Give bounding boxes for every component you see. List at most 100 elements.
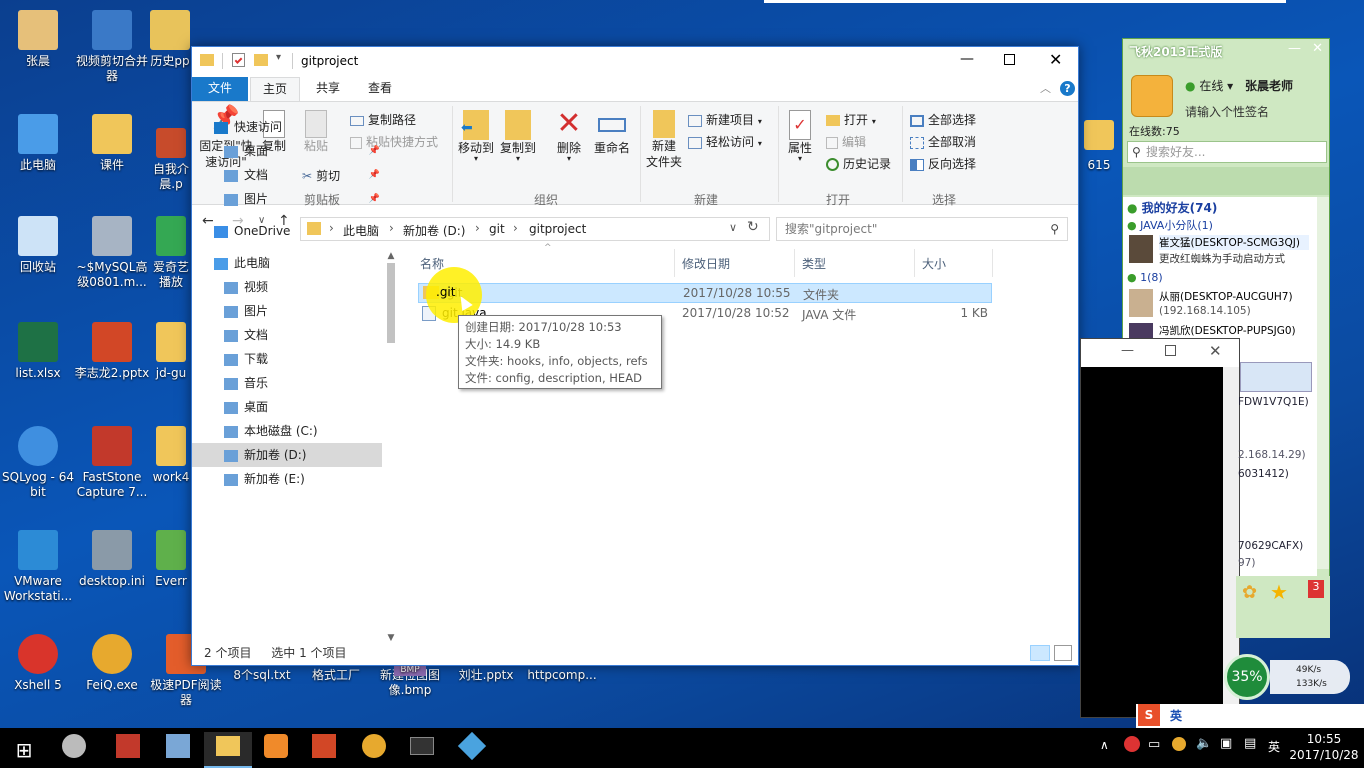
minimize-button[interactable]: —: [960, 51, 974, 67]
performance-meter[interactable]: 35%: [1224, 654, 1270, 700]
minimize-button[interactable]: —: [1288, 41, 1301, 56]
file-explorer-window[interactable]: ▾ gitproject — ✕ 文件 主页 共享 查看 ︿ ? 📌 固定到"快…: [191, 46, 1079, 666]
desktop-icon[interactable]: FeiQ.exe: [74, 634, 150, 693]
column-type[interactable]: 类型: [802, 255, 826, 272]
table-row[interactable]: .git 2017/10/28 10:55 文件夹: [418, 283, 992, 303]
large-icons-view-icon[interactable]: [1054, 645, 1072, 661]
maximize-button[interactable]: [1004, 54, 1015, 65]
sidebar-item[interactable]: 桌面: [192, 395, 382, 419]
desktop-icon[interactable]: BMP新建位图图像.bmp: [372, 664, 448, 698]
signature-input[interactable]: 请输入个性签名: [1185, 103, 1269, 120]
pin-icon[interactable]: 📌: [369, 187, 380, 211]
taskbar-app[interactable]: [398, 732, 446, 768]
group-1[interactable]: ● 1(8): [1127, 271, 1163, 284]
pin-icon[interactable]: 📌: [369, 163, 380, 187]
taskbar-app[interactable]: [350, 732, 398, 768]
address-dropdown-icon[interactable]: ∨: [729, 221, 737, 234]
select-none-button[interactable]: 全部取消: [910, 134, 976, 150]
desktop-icon[interactable]: 李志龙2.pptx: [74, 322, 150, 381]
tab-home[interactable]: 主页: [250, 77, 301, 102]
desktop-icon[interactable]: 课件: [74, 114, 150, 173]
desktop-icon[interactable]: VMware Workstati...: [0, 530, 76, 604]
delete-button[interactable]: ✕ 删除 ▾: [550, 108, 588, 163]
desktop-icon[interactable]: FastStone Capture 7...: [74, 426, 150, 500]
sidebar-item[interactable]: 音乐: [192, 371, 382, 395]
sidebar-item[interactable]: 文档 📌: [192, 163, 382, 187]
group-my-friends[interactable]: ● 我的好友(74): [1127, 199, 1217, 216]
desktop-icon[interactable]: 历史pp: [148, 10, 192, 69]
tray-overflow-icon[interactable]: ∧: [1100, 738, 1109, 752]
sidebar-item[interactable]: 文档: [192, 323, 382, 347]
app-icon[interactable]: ✿: [1242, 582, 1257, 603]
new-item-button[interactable]: 新建项目 ▾: [688, 112, 762, 130]
desktop-icon[interactable]: Xshell 5: [0, 634, 76, 693]
action-center-icon[interactable]: ▤: [1244, 736, 1256, 751]
status-selector[interactable]: ● 在线 ▾: [1185, 77, 1233, 94]
properties-icon[interactable]: [232, 53, 245, 67]
close-button[interactable]: ✕: [1312, 41, 1323, 56]
rename-button[interactable]: 重命名: [592, 110, 632, 156]
tab-file[interactable]: 文件: [192, 77, 248, 101]
history-button[interactable]: 历史记录: [826, 156, 891, 172]
taskbar-app[interactable]: [104, 732, 152, 768]
select-all-button[interactable]: 全部选择: [910, 112, 976, 128]
invert-selection-button[interactable]: 反向选择: [910, 156, 976, 172]
desktop-icon[interactable]: list.xlsx: [0, 322, 76, 381]
tab-view[interactable]: 查看: [356, 77, 404, 101]
sidebar-item[interactable]: 本地磁盘 (C:): [192, 419, 382, 443]
desktop-icon[interactable]: httpcomp...: [524, 668, 600, 683]
taskbar-app[interactable]: [50, 732, 98, 768]
desktop-icon[interactable]: SQLyog - 64 bit: [0, 426, 76, 500]
close-button[interactable]: ✕: [1049, 50, 1062, 69]
sidebar-item[interactable]: 图片: [192, 299, 382, 323]
desktop-icon[interactable]: 615: [1076, 120, 1122, 173]
pin-icon[interactable]: 📌: [369, 139, 380, 163]
feiq-tray-icon[interactable]: [1172, 737, 1186, 751]
sidebar-item[interactable]: 下载: [192, 347, 382, 371]
column-date[interactable]: 修改日期: [682, 255, 730, 272]
group-java[interactable]: ● JAVA小分队(1): [1127, 217, 1213, 233]
desktop-icon[interactable]: 此电脑: [0, 114, 76, 173]
collapse-ribbon-icon[interactable]: ︿: [1040, 80, 1051, 96]
desktop-icon[interactable]: desktop.ini: [74, 530, 150, 589]
chevron-down-icon[interactable]: ▾: [276, 52, 281, 63]
desktop-icon[interactable]: 爱奇艺播放: [150, 216, 192, 290]
refresh-icon[interactable]: ↻: [747, 219, 759, 235]
taskbar-app[interactable]: [448, 731, 496, 768]
network-icon[interactable]: ▣: [1220, 736, 1232, 751]
desktop-icon[interactable]: 刘壮.pptx: [448, 668, 524, 683]
breadcrumb-gitproject[interactable]: gitproject: [529, 222, 586, 236]
clock[interactable]: 10:55 2017/10/28: [1288, 731, 1360, 763]
console-title-bar[interactable]: — ✕: [1081, 339, 1239, 367]
list-item[interactable]: 从丽(DESKTOP-AUCGUH7): [1159, 289, 1293, 304]
desktop-icon[interactable]: 格式工厂: [298, 668, 374, 683]
desktop-icon[interactable]: jd-gu: [150, 322, 192, 381]
friend-search-input[interactable]: ⚲ 搜索好友...: [1127, 141, 1327, 163]
taskbar-app[interactable]: [300, 732, 348, 768]
start-button[interactable]: ⊞: [0, 732, 48, 768]
desktop-icon[interactable]: ~$MySQL高级0801.m...: [74, 216, 150, 290]
desktop-icon[interactable]: 8个sql.txt: [224, 668, 300, 683]
search-input[interactable]: 搜索"gitproject" ⚲: [776, 217, 1068, 241]
minimize-button[interactable]: —: [1121, 343, 1134, 358]
feiq-toolbar[interactable]: ✿ ★ 3: [1236, 576, 1330, 638]
tray-icon[interactable]: ▭: [1148, 737, 1160, 752]
desktop-icon[interactable]: 自我介晨.p: [150, 128, 192, 192]
desktop-icon[interactable]: 张晨: [0, 10, 76, 69]
desktop-icon[interactable]: 视频剪切合并器: [74, 10, 150, 84]
sidebar-item[interactable]: 此电脑: [192, 251, 382, 275]
sidebar-item[interactable]: 新加卷 (E:): [192, 467, 382, 491]
desktop-icon[interactable]: 回收站: [0, 216, 76, 275]
list-item[interactable]: 冯凯欣(DESKTOP-PUPSJG0): [1159, 323, 1309, 338]
breadcrumb-drive-d[interactable]: 新加卷 (D:): [403, 222, 465, 239]
taskbar-app[interactable]: [252, 732, 300, 768]
taskbar-app[interactable]: [154, 732, 202, 768]
column-size[interactable]: 大小: [922, 255, 946, 272]
easy-access-button[interactable]: 轻松访问 ▾: [688, 134, 762, 152]
help-icon[interactable]: ?: [1060, 81, 1075, 96]
new-folder-quick-icon[interactable]: [254, 54, 268, 66]
nav-scrollbar[interactable]: ▲ ▼: [384, 251, 398, 643]
tray-app-icon[interactable]: [1124, 736, 1140, 752]
move-to-button[interactable]: ⬅ 移动到 ▾: [456, 110, 496, 163]
notification-icon[interactable]: 3: [1308, 580, 1324, 598]
